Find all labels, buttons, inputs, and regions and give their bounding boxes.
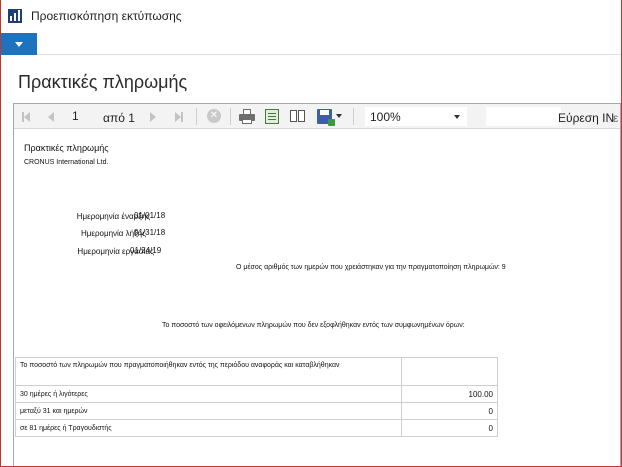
percentage-heading: Το ποσοστό των οφειλόμενων πληρωμών που … (162, 322, 465, 329)
page-title: Πρακτικές πληρωμής (18, 72, 188, 92)
page-count-label: από 1 (103, 111, 135, 125)
row-value: 100.00 (401, 385, 498, 403)
average-days-text: Ο μέσος αριθμός των ημερών που χρειάστηκ… (236, 264, 506, 271)
chevron-down-icon (15, 41, 23, 47)
table-row: σε 81 ημέρες ή Τραγουδιστής 0 (15, 419, 498, 437)
report-page: Πρακτικές πληρωμής CRONUS International … (14, 130, 620, 466)
previous-page-button[interactable] (47, 111, 55, 122)
payment-table: Το ποσοστό των πληρωμών που πραγματοποιή… (15, 357, 498, 437)
row-value: 0 (401, 419, 498, 437)
next-page-button[interactable] (149, 111, 157, 122)
toolbar-separator (230, 108, 231, 125)
table-header-cell: Το ποσοστό των πληρωμών που πραγματοποιή… (15, 357, 402, 386)
previous-page-icon (48, 111, 54, 122)
toolbar-separator (353, 108, 354, 125)
export-dropdown-icon[interactable] (336, 114, 342, 118)
chevron-down-icon (454, 115, 460, 119)
menu-dropdown-button[interactable] (1, 33, 37, 55)
zoom-value: 100% (370, 110, 401, 124)
company-name: CRONUS International Ltd. (24, 159, 109, 166)
start-date-value: 01/01/18 (134, 211, 166, 220)
stop-icon[interactable]: ✕ (207, 109, 221, 123)
print-preview-window: Προεπισκόπηση εκτύπωσης Πρακτικές πληρωμ… (0, 0, 622, 467)
title-bar: Προεπισκόπηση εκτύπωσης (1, 0, 621, 32)
toolbar-separator (196, 108, 197, 125)
find-button[interactable]: Εύρεση ΙΝ (558, 111, 614, 125)
export-icon[interactable] (317, 109, 335, 126)
find-input[interactable] (486, 107, 561, 126)
end-date-label: Ημερομηνία λήξης (81, 229, 146, 238)
table-row: 30 ημέρες ή λιγότερες 100.00 (15, 385, 498, 403)
row-label: σε 81 ημέρες ή Τραγουδιστής (15, 419, 402, 437)
first-page-button[interactable] (21, 111, 31, 122)
report-viewer: από 1 ✕ (13, 103, 621, 466)
table-header-row: Το ποσοστό των πληρωμών που πραγματοποιή… (15, 357, 498, 386)
end-date-value: 01/31/18 (134, 228, 166, 237)
print-layout-icon[interactable] (265, 109, 279, 124)
print-icon[interactable] (239, 109, 255, 124)
next-page-icon (150, 111, 156, 122)
page-setup-icon[interactable] (290, 109, 306, 123)
current-page-input[interactable] (70, 107, 98, 125)
row-label: 30 ημέρες ή λιγότερες (15, 385, 402, 403)
work-date-value: 01/24/19 (130, 246, 162, 255)
report-title: Πρακτικές πληρωμής (24, 143, 109, 153)
table-row: μεταξύ 31 και ημερών 0 (15, 402, 498, 420)
row-label: μεταξύ 31 και ημερών (15, 402, 402, 420)
last-page-button[interactable] (174, 111, 184, 122)
find-next-button[interactable]: ε (613, 111, 618, 125)
row-value: 0 (401, 402, 498, 420)
menu-strip (1, 33, 621, 55)
zoom-select[interactable]: 100% (365, 107, 467, 126)
chart-bars-icon (8, 9, 22, 23)
report-toolbar: από 1 ✕ (14, 104, 620, 129)
window-title: Προεπισκόπηση εκτύπωσης (31, 9, 182, 23)
